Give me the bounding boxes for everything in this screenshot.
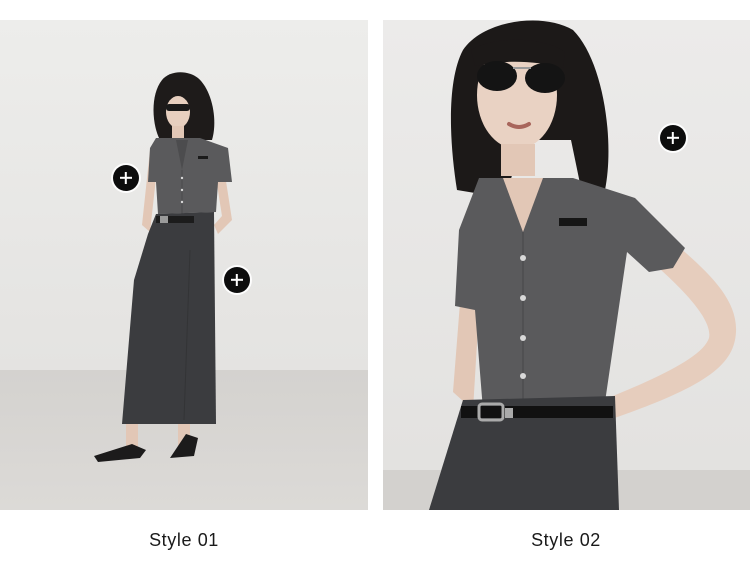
product-hotspot-top-button[interactable] [113,165,139,191]
product-hotspot-skirt-button[interactable] [224,267,250,293]
product-caption-style-01[interactable]: Style 01 [84,530,284,551]
product-card-style-02[interactable] [383,20,750,510]
product-caption-style-02[interactable]: Style 02 [466,530,666,551]
full-length-model-photo [0,20,368,510]
product-hotspot-top-button[interactable] [660,125,686,151]
lookbook-grid: Style 01 Style 02 [0,0,750,586]
closeup-model-photo [383,20,750,510]
product-card-style-01[interactable] [0,20,368,510]
